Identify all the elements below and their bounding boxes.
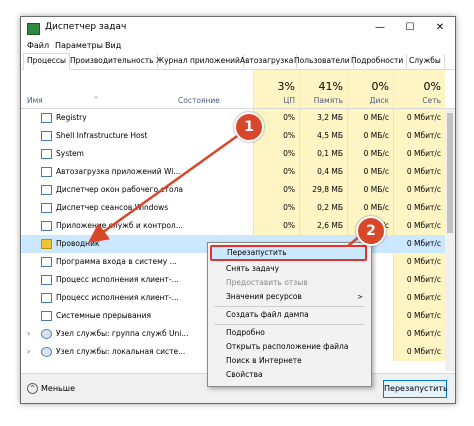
callout-1-arrow bbox=[87, 132, 241, 243]
callout-2-badge: 2 bbox=[356, 216, 386, 246]
callout-arrows bbox=[87, 132, 361, 247]
callout-1-badge: 1 bbox=[234, 112, 264, 142]
